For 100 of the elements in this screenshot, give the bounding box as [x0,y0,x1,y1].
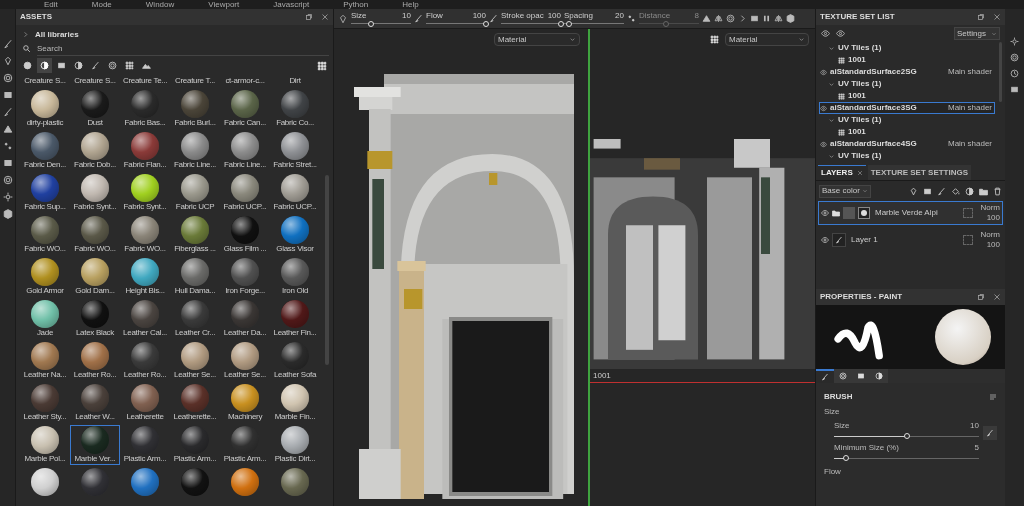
texture-set-row[interactable]: aiStandardSurface2SG Main shader [819,66,995,78]
material-tile[interactable]: Fabric Burl... [170,89,220,129]
material-tile[interactable]: Leather Sofa [270,341,320,381]
stencil-tab[interactable] [870,369,888,383]
material-tile[interactable]: Glass Visor [270,215,320,255]
float-window-icon[interactable] [977,13,985,21]
brush-tab[interactable] [816,369,834,383]
material-tile[interactable]: Hull Dama... [170,257,220,297]
material-tile[interactable]: Fabric UCP [170,173,220,213]
material-tile[interactable]: Leather Na... [20,341,70,381]
material-tile[interactable]: Creature S... [20,75,70,87]
mirror-icon[interactable] [714,14,723,23]
material-tile[interactable]: Leather Da... [220,299,270,339]
delete-icon[interactable] [993,186,1002,196]
material-tile[interactable]: Fabric Flan... [120,131,170,171]
channel-grid-icon[interactable] [710,35,719,44]
material-tile[interactable]: Fabric Synt... [70,173,120,213]
toolbar-slider[interactable]: Spacing 20 [564,10,624,27]
eye-icon[interactable] [836,29,845,38]
menu-item[interactable]: Window [145,0,175,9]
material-tile[interactable]: Fabric UCP... [270,173,320,213]
material-tile[interactable]: Leather Se... [220,341,270,381]
material-tile[interactable]: Leather Ro... [70,341,120,381]
material-tile[interactable]: Leather W... [70,383,120,423]
blend-mode[interactable]: Norm [980,230,1000,240]
texture-set-row[interactable]: 1001 [819,54,995,66]
texture-set-row[interactable]: UV Tiles (1) [819,150,995,162]
material-tile[interactable]: Leather Sty... [20,383,70,423]
material-tile[interactable]: Glass Film ... [220,215,270,255]
menu-item[interactable]: Help [402,0,419,9]
smart-material-filter-tab[interactable] [37,58,52,73]
material-tile[interactable]: Machinery [220,383,270,423]
texture-filter-tab[interactable] [122,58,137,73]
material-tile[interactable]: Leatherette [120,383,170,423]
search-field[interactable]: Search [37,41,329,56]
symmetry-icon[interactable] [702,14,711,23]
material-tile[interactable]: Gold Armor [20,257,70,297]
material-tile[interactable]: Fabric Co... [270,89,320,129]
material-tile[interactable]: Fabric Bas... [120,89,170,129]
material-tile[interactable]: Fiberglass ... [170,215,220,255]
material-tile[interactable]: Fabric Can... [220,89,270,129]
material-tile[interactable]: Dust [70,89,120,129]
material-tile[interactable]: Dirt [270,75,320,87]
material-tile[interactable]: Leather Se... [170,341,220,381]
material-tile[interactable]: Creature Te... [120,75,170,87]
material-tile[interactable]: Fabric Dob... [70,131,120,171]
menu-item[interactable]: Mode [91,0,112,9]
texture-set-row[interactable]: 1001 [819,126,995,138]
material-tile[interactable]: Plastic Dirt... [270,425,320,465]
eye-icon[interactable] [821,236,829,244]
brush-icon[interactable] [2,39,13,49]
material-tile[interactable]: Fabric UCP... [220,173,270,213]
layer-row[interactable]: Marble Verde Alpi Norm 100 [818,201,1003,225]
texture-set-row[interactable]: 1001 [819,90,995,102]
shading-mode-dropdown[interactable]: Material [494,33,580,46]
material-tile[interactable]: dirty-plastic [20,89,70,129]
material-tile[interactable]: Creature S... [70,75,120,87]
chevron-right-icon[interactable] [22,31,29,38]
material-tile[interactable]: Latex Black [70,299,120,339]
material-tile[interactable]: Fabric WO... [70,215,120,255]
material-tile[interactable]: Fabric Stret... [270,131,320,171]
toolbar-slider[interactable]: Flow 100 [426,10,486,27]
material-tile[interactable]: Iron Old [270,257,320,297]
eye-icon[interactable] [821,29,830,38]
channel-dropdown[interactable]: Base color [819,184,871,198]
add-paint-layer-icon[interactable] [937,186,946,196]
material-tile[interactable]: Fabric Line... [170,131,220,171]
material-tile[interactable]: Leather Cal... [120,299,170,339]
material-tile[interactable]: Plastic Arm... [120,425,170,465]
texture-set-row[interactable]: UV Tiles (1) [819,114,995,126]
material-tile[interactable]: Plastic Arm... [220,425,270,465]
toolbar-slider[interactable]: Stroke opac 100 [501,10,561,27]
material-tile[interactable]: Plastic Arm... [170,425,220,465]
material-tile[interactable]: Fabric Line... [220,131,270,171]
toolbar-slider[interactable]: Size 10 [351,10,411,27]
material-tile[interactable]: Height Bis... [120,257,170,297]
material-tile[interactable]: Marble Pol... [20,425,70,465]
particle-filter-tab[interactable] [105,58,120,73]
grid-view-icon[interactable] [317,60,327,71]
float-window-icon[interactable] [977,293,985,301]
material-tile[interactable]: Fabric WO... [20,215,70,255]
pause-icon[interactable] [762,14,771,23]
menu-item[interactable]: Javascript [273,0,310,9]
settings-dropdown[interactable]: Settings [954,27,1000,40]
opacity-value[interactable]: 100 [986,213,1000,223]
menu-item[interactable]: Python [343,0,369,9]
close-icon[interactable] [856,170,863,176]
texture-set-row[interactable]: UV Tiles (1) [819,78,995,90]
float-window-icon[interactable] [305,13,313,21]
material-tab[interactable] [834,369,852,383]
texture-set-row[interactable]: aiStandardSurface4SG Main shader [819,138,995,150]
material-tile[interactable]: Fabric Synt... [120,173,170,213]
layer-row[interactable]: Layer 1 Norm 100 [818,228,1003,252]
eye-icon[interactable] [821,209,829,217]
material-tile[interactable]: ct-armor-c... [220,75,270,87]
texture-set-row[interactable]: UV Tiles (1) [819,42,995,54]
cube-icon[interactable] [2,209,13,219]
close-icon[interactable] [993,13,1001,21]
history-icon[interactable] [1010,69,1019,78]
material-tile[interactable]: Jade [20,299,70,339]
